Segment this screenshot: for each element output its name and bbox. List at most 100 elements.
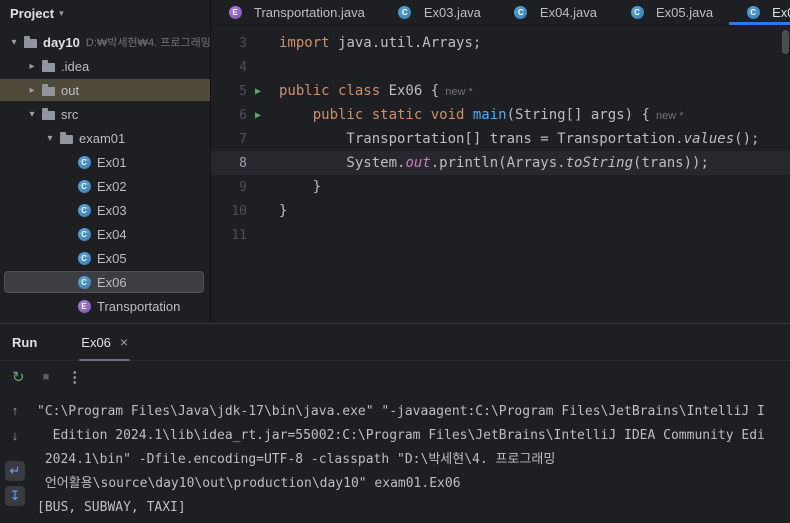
tree-item-label: Ex04: [97, 226, 127, 242]
tab-ex03java[interactable]: C Ex03.java: [381, 0, 497, 25]
tree-item-label: Transportation: [97, 298, 181, 314]
tree-item-label: .idea: [61, 58, 90, 74]
tab-label: Ex05.java: [656, 5, 714, 20]
code-line-text: System.out.println(Arrays.toString(trans…: [279, 155, 709, 171]
tree-item-label: day10: [43, 34, 80, 50]
class-icon: C: [745, 6, 761, 19]
tab-ex05java[interactable]: C Ex05.java: [613, 0, 729, 25]
code-line-text: public class Ex06 { new *: [279, 83, 473, 99]
project-panel-header[interactable]: Project ▾: [0, 0, 211, 26]
code-line-text: public static void main(String[] args) {…: [312, 107, 684, 123]
tree-item-label: Ex02: [97, 178, 127, 194]
folder-icon: [58, 132, 74, 144]
tree-item-transportation[interactable]: E Transportation: [0, 294, 210, 318]
code-area[interactable]: 3 import java.util.Arrays; 4 5 ▶ public class…: [211, 26, 790, 323]
gutter-line-number[interactable]: 7: [211, 132, 247, 147]
tree-item-ex02[interactable]: C Ex02: [0, 174, 210, 198]
tree-item-src[interactable]: ▾ src: [0, 102, 210, 126]
rerun-icon[interactable]: ↻: [12, 370, 25, 385]
code-line-text: import java.util.Arrays;: [279, 35, 482, 51]
gutter-line-number[interactable]: 5: [211, 84, 247, 99]
console-line: 2024.1\bin" -Dfile.encoding=UTF-8 -class…: [37, 452, 556, 467]
code-line[interactable]: 7 Transportation[] trans = Transportatio…: [211, 127, 790, 151]
code-line[interactable]: 6 ▶ public static void main(String[] args…: [211, 103, 790, 127]
console-line: 언어활용\source\day10\out\production\day10" …: [37, 476, 461, 491]
gutter-line-number[interactable]: 6: [211, 108, 247, 123]
tree-scrollbar-thumb[interactable]: [782, 30, 789, 54]
gutter-line-number[interactable]: 3: [211, 36, 247, 51]
soft-wrap-icon[interactable]: ↵: [5, 461, 25, 481]
more-options-icon[interactable]: ⋮: [67, 370, 82, 385]
code-line[interactable]: 5 ▶ public class Ex06 { new *: [211, 79, 790, 103]
tree-item-ex04[interactable]: C Ex04: [0, 222, 210, 246]
run-panel-title: Run: [12, 334, 38, 350]
run-tool-window: Run Ex06 × ↻ ■ ⋮ ↑ ↓ ↵ ↧ "C:\Program Fil…: [0, 323, 790, 523]
tree-item-label: exam01: [79, 130, 126, 146]
class-icon: C: [76, 155, 92, 169]
chevron-down-icon[interactable]: ▾: [6, 37, 22, 48]
tab-transportationjava[interactable]: E Transportation.java: [211, 0, 381, 25]
chevron-down-icon[interactable]: ▾: [59, 8, 64, 19]
tree-item-ex05[interactable]: C Ex05: [0, 246, 210, 270]
gutter-line-number[interactable]: 8: [211, 156, 247, 171]
tab-label: Ex04.java: [539, 5, 597, 20]
gutter-line-number[interactable]: 11: [211, 228, 247, 243]
class-icon: C: [76, 203, 92, 217]
gutter-line-number[interactable]: 4: [211, 60, 247, 75]
project-tree: ▾ day10 D:₩박세현₩4. 프로그래밍 ▸ .idea ▸ out ▾ src ▾ exam…: [0, 26, 210, 323]
tree-item-label: Ex03: [97, 202, 127, 218]
tree-item-label: out: [61, 82, 80, 98]
console-gutter: ↑ ↓ ↵ ↧: [0, 394, 30, 523]
code-line-text: }: [279, 179, 322, 195]
chevron-down-icon[interactable]: ▾: [42, 133, 58, 144]
tree-item-label: src: [61, 106, 79, 122]
code-line-text: Transportation[] trans = Transportation.…: [279, 131, 760, 147]
tab-ex04java[interactable]: C Ex04.java: [497, 0, 613, 25]
console-output[interactable]: "C:\Program Files\Java\jdk-17\bin\java.e…: [30, 394, 790, 523]
scroll-down-icon[interactable]: ↓: [5, 425, 25, 445]
run-line-icon[interactable]: ▶: [247, 86, 269, 97]
tree-item-label: Ex01: [97, 154, 127, 170]
run-line-icon[interactable]: ▶: [247, 110, 269, 121]
tree-item-ex06[interactable]: C Ex06: [0, 270, 210, 294]
enum-icon: E: [227, 6, 243, 19]
code-line[interactable]: 3 import java.util.Arrays;: [211, 31, 790, 55]
run-toolbar: ↻ ■ ⋮: [0, 361, 790, 394]
code-line[interactable]: 11: [211, 223, 790, 247]
chevron-down-icon[interactable]: ▾: [24, 109, 40, 120]
class-icon: C: [76, 227, 92, 241]
gutter-line-number[interactable]: 10: [211, 204, 247, 219]
code-line[interactable]: 8 System.out.println(Arrays.toString(tra…: [211, 151, 790, 175]
code-line[interactable]: 10}: [211, 199, 790, 223]
tree-item-out[interactable]: ▸ out: [0, 78, 210, 102]
tree-item-day10[interactable]: ▾ day10 D:₩박세현₩4. 프로그래밍: [0, 30, 210, 54]
project-panel-title: Project: [10, 5, 55, 21]
tree-item-ex03[interactable]: C Ex03: [0, 198, 210, 222]
scroll-to-end-icon[interactable]: ↧: [5, 486, 25, 506]
tree-item-exam01[interactable]: ▾ exam01: [0, 126, 210, 150]
console-area: ↑ ↓ ↵ ↧ "C:\Program Files\Java\jdk-17\bi…: [0, 394, 790, 523]
tab-label: Ex06: [772, 5, 790, 20]
code-line[interactable]: 9 }: [211, 175, 790, 199]
run-tab-ex06[interactable]: Ex06 ×: [75, 324, 134, 361]
close-icon[interactable]: ×: [120, 335, 128, 349]
class-icon: C: [629, 6, 645, 19]
gutter-line-number[interactable]: 9: [211, 180, 247, 195]
tree-item-idea[interactable]: ▸ .idea: [0, 54, 210, 78]
tree-item-label: Ex05: [97, 250, 127, 266]
tab-label: Ex03.java: [423, 5, 481, 20]
class-icon: C: [397, 6, 413, 19]
folder-icon: [40, 84, 56, 96]
stop-icon[interactable]: ■: [43, 372, 50, 383]
tab-ex06[interactable]: C Ex06: [729, 0, 790, 25]
tree-item-ex01[interactable]: C Ex01: [0, 150, 210, 174]
chevron-right-icon[interactable]: ▸: [24, 61, 40, 72]
folder-icon: [22, 36, 38, 48]
class-icon: C: [76, 251, 92, 265]
code-line[interactable]: 4: [211, 55, 790, 79]
tab-label: Transportation.java: [254, 5, 365, 20]
run-panel-header: Run Ex06 ×: [0, 324, 790, 361]
chevron-right-icon[interactable]: ▸: [24, 85, 40, 96]
ide-window: Project ▾ E Transportation.java C Ex03.java…: [0, 0, 790, 523]
scroll-up-icon[interactable]: ↑: [5, 400, 25, 420]
